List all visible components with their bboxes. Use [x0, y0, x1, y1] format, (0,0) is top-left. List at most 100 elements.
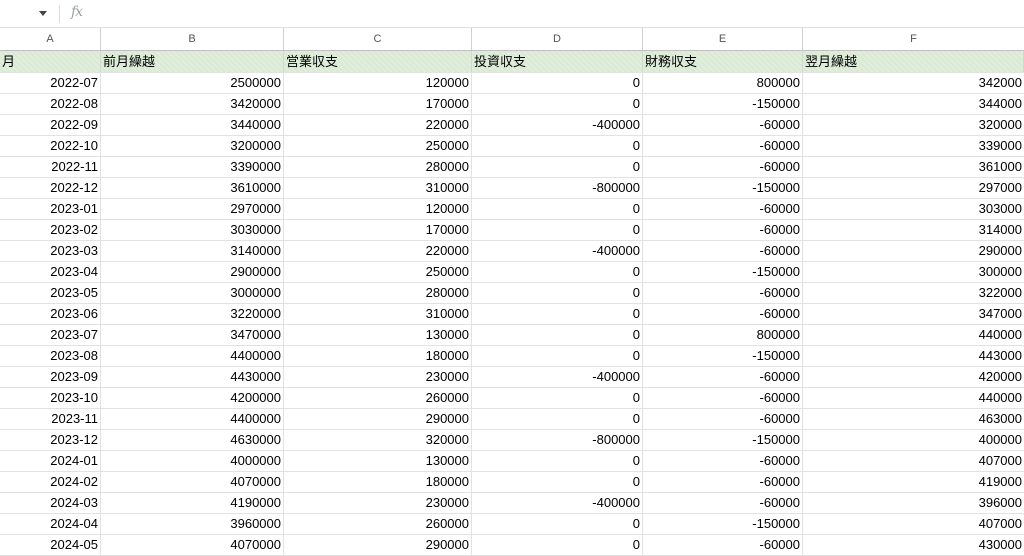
table-cell[interactable]: -60000: [643, 115, 803, 135]
table-cell[interactable]: -60000: [643, 241, 803, 261]
table-cell[interactable]: 260000: [284, 388, 472, 408]
table-cell[interactable]: -150000: [643, 514, 803, 534]
table-cell[interactable]: 2022-10: [0, 136, 101, 156]
table-cell[interactable]: 290000: [284, 535, 472, 555]
table-cell[interactable]: -400000: [472, 115, 643, 135]
table-cell[interactable]: 4070000: [101, 472, 284, 492]
table-cell[interactable]: 2970000: [101, 199, 284, 219]
table-cell[interactable]: 250000: [284, 136, 472, 156]
table-cell[interactable]: 0: [472, 73, 643, 93]
header-cell[interactable]: 営業収支: [284, 51, 472, 72]
table-cell[interactable]: 2023-08: [0, 346, 101, 366]
table-cell[interactable]: 0: [472, 535, 643, 555]
table-cell[interactable]: 347000: [803, 304, 1024, 324]
table-cell[interactable]: -60000: [643, 367, 803, 387]
table-cell[interactable]: 0: [472, 451, 643, 471]
table-cell[interactable]: 310000: [284, 178, 472, 198]
table-cell[interactable]: 0: [472, 220, 643, 240]
table-cell[interactable]: 2023-11: [0, 409, 101, 429]
table-cell[interactable]: 120000: [284, 73, 472, 93]
table-cell[interactable]: 419000: [803, 472, 1024, 492]
table-cell[interactable]: 800000: [643, 325, 803, 345]
table-cell[interactable]: 0: [472, 262, 643, 282]
table-cell[interactable]: 0: [472, 304, 643, 324]
table-cell[interactable]: 430000: [803, 535, 1024, 555]
table-cell[interactable]: 3390000: [101, 157, 284, 177]
table-cell[interactable]: -60000: [643, 220, 803, 240]
table-cell[interactable]: 230000: [284, 367, 472, 387]
table-cell[interactable]: 3960000: [101, 514, 284, 534]
table-cell[interactable]: 2023-09: [0, 367, 101, 387]
table-cell[interactable]: 4070000: [101, 535, 284, 555]
table-cell[interactable]: 300000: [803, 262, 1024, 282]
table-cell[interactable]: 220000: [284, 115, 472, 135]
header-cell[interactable]: 前月繰越: [101, 51, 284, 72]
table-cell[interactable]: 361000: [803, 157, 1024, 177]
table-cell[interactable]: 0: [472, 346, 643, 366]
table-cell[interactable]: 290000: [284, 409, 472, 429]
table-cell[interactable]: 0: [472, 136, 643, 156]
table-cell[interactable]: 4000000: [101, 451, 284, 471]
table-cell[interactable]: -800000: [472, 430, 643, 450]
table-cell[interactable]: -150000: [643, 94, 803, 114]
table-cell[interactable]: 407000: [803, 451, 1024, 471]
table-cell[interactable]: -150000: [643, 262, 803, 282]
table-cell[interactable]: 230000: [284, 493, 472, 513]
table-cell[interactable]: 290000: [803, 241, 1024, 261]
table-cell[interactable]: 4430000: [101, 367, 284, 387]
table-cell[interactable]: 2023-01: [0, 199, 101, 219]
column-header-f[interactable]: F: [803, 28, 1024, 50]
table-cell[interactable]: 0: [472, 514, 643, 534]
table-cell[interactable]: 2022-09: [0, 115, 101, 135]
table-cell[interactable]: 420000: [803, 367, 1024, 387]
table-cell[interactable]: -400000: [472, 367, 643, 387]
table-cell[interactable]: 2500000: [101, 73, 284, 93]
column-header-b[interactable]: B: [101, 28, 284, 50]
table-cell[interactable]: 463000: [803, 409, 1024, 429]
table-cell[interactable]: -800000: [472, 178, 643, 198]
table-cell[interactable]: 3420000: [101, 94, 284, 114]
table-cell[interactable]: -400000: [472, 493, 643, 513]
table-cell[interactable]: 4400000: [101, 346, 284, 366]
table-cell[interactable]: 310000: [284, 304, 472, 324]
table-cell[interactable]: 407000: [803, 514, 1024, 534]
table-cell[interactable]: 130000: [284, 325, 472, 345]
table-cell[interactable]: 2024-01: [0, 451, 101, 471]
table-cell[interactable]: -60000: [643, 304, 803, 324]
table-cell[interactable]: -60000: [643, 136, 803, 156]
table-cell[interactable]: 2023-10: [0, 388, 101, 408]
column-header-d[interactable]: D: [472, 28, 643, 50]
table-cell[interactable]: -400000: [472, 241, 643, 261]
table-cell[interactable]: -60000: [643, 199, 803, 219]
table-cell[interactable]: 0: [472, 94, 643, 114]
table-cell[interactable]: 3200000: [101, 136, 284, 156]
table-cell[interactable]: 4190000: [101, 493, 284, 513]
table-cell[interactable]: -60000: [643, 493, 803, 513]
table-cell[interactable]: 130000: [284, 451, 472, 471]
table-cell[interactable]: -60000: [643, 472, 803, 492]
table-cell[interactable]: 3030000: [101, 220, 284, 240]
table-cell[interactable]: 4400000: [101, 409, 284, 429]
table-cell[interactable]: 440000: [803, 388, 1024, 408]
table-cell[interactable]: -60000: [643, 535, 803, 555]
table-cell[interactable]: 297000: [803, 178, 1024, 198]
table-cell[interactable]: 3220000: [101, 304, 284, 324]
column-header-a[interactable]: A: [0, 28, 101, 50]
table-cell[interactable]: 396000: [803, 493, 1024, 513]
table-cell[interactable]: 0: [472, 199, 643, 219]
table-cell[interactable]: 3140000: [101, 241, 284, 261]
table-cell[interactable]: 220000: [284, 241, 472, 261]
table-cell[interactable]: 2022-12: [0, 178, 101, 198]
table-cell[interactable]: 2023-07: [0, 325, 101, 345]
table-cell[interactable]: 3610000: [101, 178, 284, 198]
table-cell[interactable]: 0: [472, 325, 643, 345]
table-cell[interactable]: 2023-05: [0, 283, 101, 303]
table-cell[interactable]: 2022-08: [0, 94, 101, 114]
table-cell[interactable]: 0: [472, 283, 643, 303]
table-cell[interactable]: 170000: [284, 220, 472, 240]
table-cell[interactable]: -60000: [643, 283, 803, 303]
table-cell[interactable]: 303000: [803, 199, 1024, 219]
column-header-e[interactable]: E: [643, 28, 803, 50]
table-cell[interactable]: -60000: [643, 157, 803, 177]
table-cell[interactable]: -150000: [643, 430, 803, 450]
